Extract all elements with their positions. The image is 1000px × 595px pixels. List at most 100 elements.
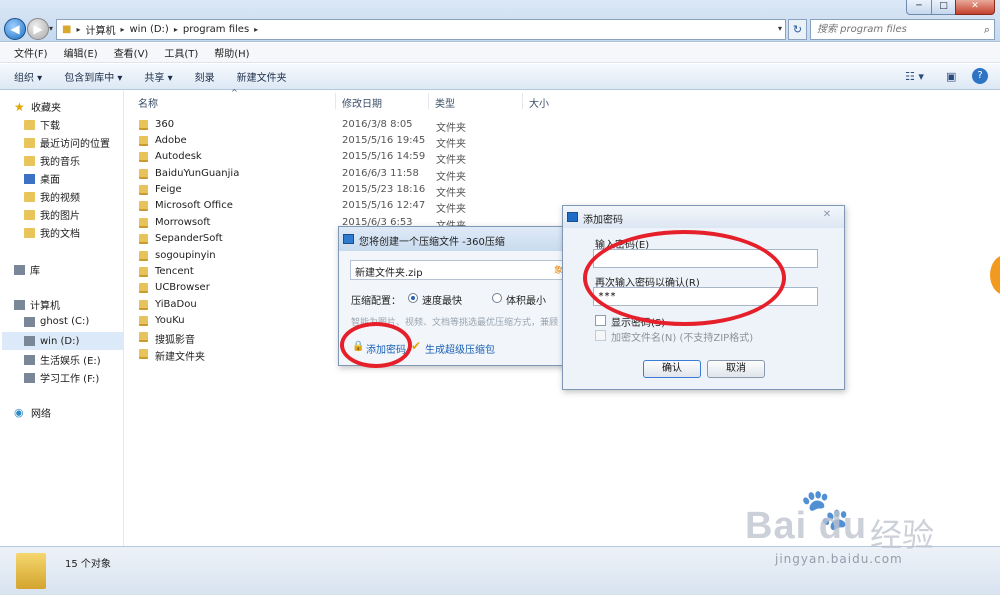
folder-icon [139,283,148,293]
breadcrumb-computer[interactable]: 计算机 [80,22,120,37]
cancel-button[interactable]: 取消 [707,360,765,378]
sort-arrow-icon: ^ [231,88,238,97]
maximize-button[interactable]: □ [931,0,956,15]
search-icon[interactable]: ⌕ [984,23,990,37]
file-row[interactable]: Adobe 2015/5/16 19:45 文件夹 [137,133,497,150]
network-icon: ◉ [14,406,24,419]
address-bar[interactable]: ■ ▸ 计算机 ▸ win (D:) ▸ program files ▸ ▾ [56,19,786,40]
drive-icon [24,336,35,346]
confirm-button[interactable]: 确认 [643,360,701,378]
share-button[interactable]: 共享 ▾ [144,69,172,84]
folder-icon [139,169,148,179]
menu-file[interactable]: 文件(F) [14,45,48,60]
sidebar-computer[interactable]: 计算机 [14,297,60,312]
sidebar-drive-e[interactable]: 生活娱乐 (E:) [24,352,101,367]
column-divider[interactable] [522,93,523,109]
file-row[interactable]: Feige 2015/5/23 18:16 文件夹 [137,182,497,199]
pictures-icon [24,209,35,220]
password-dialog-title: 添加密码 [583,215,623,226]
address-dropdown-icon[interactable]: ▾ [778,24,782,33]
sidebar-library[interactable]: 库 [14,262,40,277]
sidebar-item-videos[interactable]: 我的视频 [24,189,80,204]
file-row[interactable]: BaiduYunGuanjia 2016/6/3 11:58 文件夹 [137,166,497,183]
search-box[interactable]: ⌕ [810,19,995,40]
burn-button[interactable]: 刻录 [195,69,215,84]
column-header-type[interactable]: 类型 [435,95,455,110]
fastest-label[interactable]: 速度最快 [422,292,462,307]
back-button[interactable]: ◀ [4,18,26,40]
zip-app-icon [343,234,354,244]
password-app-icon [567,212,578,222]
folder-icon [139,332,148,342]
sidebar-network[interactable]: ◉ 网络 [14,405,51,420]
smallest-radio[interactable] [492,293,502,303]
zip-filename-field[interactable]: 新建文件夹.zip [350,260,570,280]
chevron-right-icon[interactable]: ▸ [254,25,258,34]
help-icon[interactable]: ? [972,68,988,84]
folder-icon [139,218,148,228]
breadcrumb-folder[interactable]: program files [178,24,254,35]
sidebar-drive-c[interactable]: ghost (C:) [24,316,89,327]
column-header-name[interactable]: 名称 [138,95,158,110]
downloads-icon [24,119,35,130]
file-row[interactable]: Microsoft Office 2015/5/16 12:47 文件夹 [137,198,497,215]
password-dialog-title-bar[interactable]: 添加密码 [563,206,844,228]
menu-bar: 文件(F) 编辑(E) 查看(V) 工具(T) 帮助(H) [0,43,1000,63]
sidebar-item-desktop[interactable]: 桌面 [24,171,60,186]
encrypt-filenames-checkbox[interactable] [595,330,606,341]
menu-help[interactable]: 帮助(H) [214,45,249,60]
folder-icon [139,152,148,162]
watermark-url: jingyan.baidu.com [775,552,903,566]
refresh-button[interactable]: ↻ [788,19,807,40]
computer-icon [14,299,25,310]
compress-config-label: 压缩配置： [351,296,401,307]
search-input[interactable] [811,20,971,39]
include-in-library-button[interactable]: 包含到库中 ▾ [64,69,122,84]
close-button[interactable]: ✕ [955,0,995,15]
view-options-icon[interactable]: ☷ ▾ [905,70,924,83]
preview-pane-icon[interactable]: ▣ [946,70,956,83]
sidebar-item-downloads[interactable]: 下载 [24,117,60,132]
sidebar-drive-d[interactable]: win (D:) [2,332,123,350]
menu-view[interactable]: 查看(V) [114,45,149,60]
folder-icon [16,553,46,589]
recent-places-icon [24,137,35,148]
sidebar-favorites[interactable]: ★ 收藏夹 [14,99,61,115]
recent-pages-dropdown-icon[interactable]: ▾ [49,24,53,33]
super-zip-link[interactable]: 生成超级压缩包 [425,341,495,356]
column-header-size[interactable]: 大小 [529,95,549,110]
column-divider[interactable] [335,93,336,109]
column-divider[interactable] [428,93,429,109]
zip-dialog-title-bar[interactable]: 您将创建一个压缩文件 -360压缩 [339,227,569,251]
desktop-icon [24,173,35,184]
videos-icon [24,191,35,202]
close-icon[interactable]: ✕ [818,209,836,223]
sidebar-item-documents[interactable]: 我的文档 [24,225,80,240]
show-password-checkbox[interactable] [595,315,606,326]
folder-icon: ■ [62,24,72,35]
organize-button[interactable]: 组织 ▾ [14,69,42,84]
menu-edit[interactable]: 编辑(E) [64,45,98,60]
zip-dialog-title: 您将创建一个压缩文件 -360压缩 [359,237,505,248]
file-row[interactable]: 360 2016/3/8 8:05 文件夹 [137,117,497,134]
sidebar-item-pictures[interactable]: 我的图片 [24,207,80,222]
new-folder-button[interactable]: 新建文件夹 [237,69,287,84]
sidebar-item-recent[interactable]: 最近访问的位置 [24,135,110,150]
documents-icon [24,227,35,238]
smallest-label[interactable]: 体积最小 [506,292,546,307]
annotation-circle [583,230,786,326]
breadcrumb-drive[interactable]: win (D:) [124,24,173,35]
sidebar-item-music[interactable]: 我的音乐 [24,153,80,168]
file-row[interactable]: Autodesk 2015/5/16 14:59 文件夹 [137,149,497,166]
folder-icon [139,185,148,195]
forward-button[interactable]: ▶ [27,18,49,40]
item-count: 15 个对象 [65,559,111,570]
folder-icon [139,120,148,130]
encrypt-filenames-label: 加密文件名(N) (不支持ZIP格式) [611,333,754,344]
fastest-radio[interactable] [408,293,418,303]
menu-tools[interactable]: 工具(T) [164,45,198,60]
column-header-date[interactable]: 修改日期 [342,95,382,110]
minimize-button[interactable]: ─ [906,0,932,15]
star-icon: ★ [14,99,25,114]
sidebar-drive-f[interactable]: 学习工作 (F:) [24,370,99,385]
